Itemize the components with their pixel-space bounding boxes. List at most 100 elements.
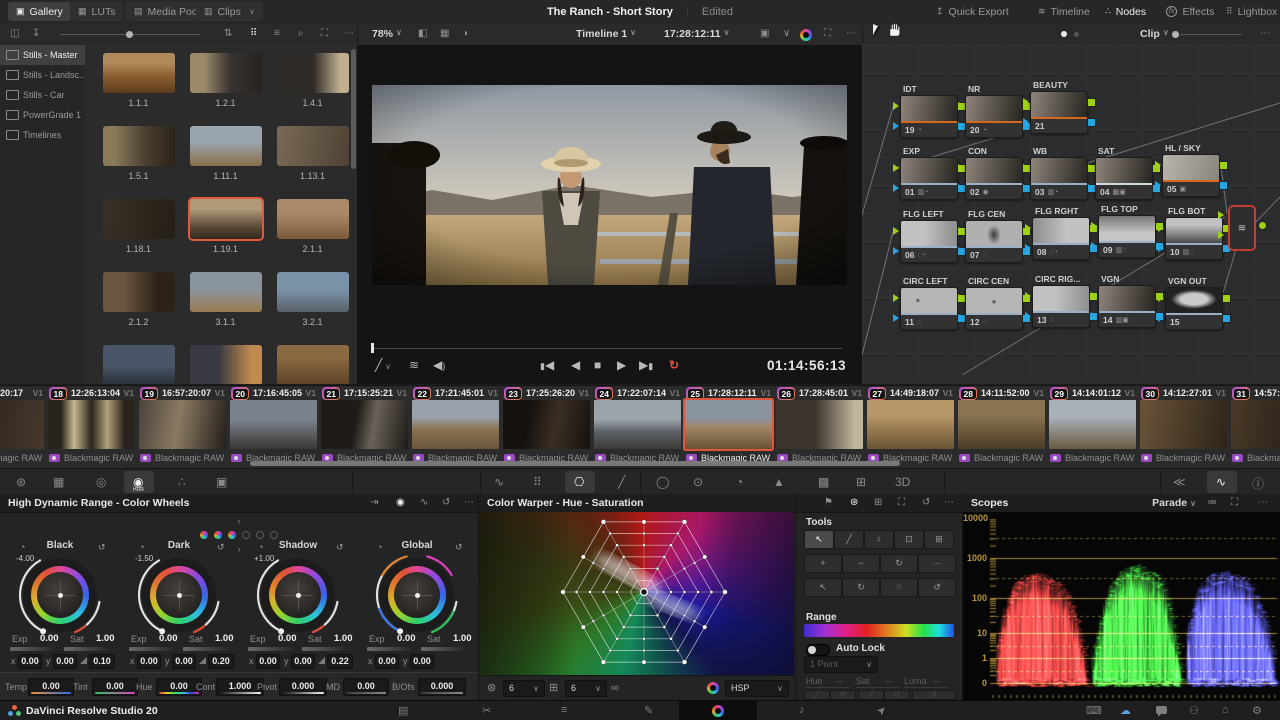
input-port-key[interactable] — [958, 247, 964, 255]
scopes-icon[interactable]: ∿ — [1216, 475, 1226, 489]
stop-button[interactable]: ■ — [594, 358, 601, 372]
input-port-rgb[interactable] — [893, 294, 899, 302]
input-port-key[interactable] — [958, 122, 964, 130]
clip-thumbnail[interactable] — [1140, 400, 1227, 449]
expand-tool[interactable]: ⊞ — [924, 530, 954, 549]
node-flg-cen[interactable]: 07◌ — [965, 220, 1023, 263]
more-icon[interactable]: ⋯ — [464, 497, 474, 508]
pen-hue[interactable]: ╱ — [804, 690, 830, 700]
users-icon[interactable]: ⚇ — [1189, 704, 1199, 717]
x-value[interactable]: 0.00 — [375, 654, 399, 669]
output-port-key[interactable] — [1087, 118, 1096, 127]
keyboard-icon[interactable]: ⌨ — [1086, 704, 1102, 717]
thumb-view-icon[interactable]: ▦ — [440, 28, 449, 39]
timeline-clip[interactable]: 2517:28:12:11V1Blackmagic RAW — [684, 386, 775, 469]
sizing-icon[interactable]: ⊞ — [856, 475, 866, 489]
timeline-clip[interactable]: 20:17V1Blackmagic RAW — [0, 386, 47, 469]
node-flg-bot[interactable]: 10▥◌ — [1165, 217, 1223, 260]
blur-icon[interactable]: ▲ — [773, 475, 785, 489]
tab-clips[interactable]: ▥Clips∨ — [196, 2, 263, 21]
warper-wheel-icon[interactable]: ⊛ — [850, 497, 858, 508]
node-vgn-out[interactable]: 15 — [1165, 287, 1223, 330]
goto-start-button[interactable]: ▮◀ — [540, 358, 554, 372]
x-value[interactable]: 0.00 — [137, 654, 161, 669]
exp-value[interactable]: 0.00 — [278, 633, 297, 644]
input-port-rgb[interactable] — [958, 102, 964, 110]
input-port-key[interactable] — [893, 247, 899, 255]
clip-thumbnail[interactable] — [139, 400, 226, 449]
grab-still-icon[interactable]: ╱∨ — [375, 358, 391, 372]
expand-gallery-icon[interactable]: ⛶ — [321, 28, 328, 39]
reset-tool[interactable]: ↺ — [918, 578, 956, 597]
input-port-rgb[interactable] — [1025, 224, 1031, 232]
timeline-clip[interactable]: 2714:49:18:07V1Blackmagic RAW — [866, 386, 957, 469]
info-icon[interactable]: ⓘ — [1252, 475, 1264, 492]
timeline-clip[interactable]: 2617:28:45:01V1Blackmagic RAW — [775, 386, 866, 469]
timeline-scrollbar[interactable] — [250, 461, 900, 466]
wheel-reset-icon[interactable]: ↺ — [217, 542, 225, 553]
spread-tool[interactable]: ⋯ — [918, 554, 956, 573]
tab-effects[interactable]: fxEffects — [1158, 2, 1222, 21]
tab-gallery[interactable]: ▣Gallery — [8, 2, 71, 21]
viewer-scrub-bar[interactable] — [372, 348, 842, 349]
master-value-tint[interactable]: 0.00 — [92, 678, 138, 696]
exp-value[interactable]: 0.00 — [40, 633, 59, 644]
node-mode-select[interactable]: Clip∨ — [1140, 28, 1169, 40]
drag-rotate[interactable]: ↻ — [842, 578, 880, 597]
rotate-tool[interactable]: ↻ — [880, 554, 918, 573]
expand-panel-icon[interactable]: ⇥ — [370, 497, 378, 508]
sat-value[interactable]: 1.00 — [453, 633, 472, 644]
node-zoom-slider[interactable] — [1180, 34, 1242, 35]
node-page-dot-active[interactable] — [1061, 31, 1067, 37]
draw-tool[interactable]: ╱ — [834, 530, 864, 549]
clip-thumbnail[interactable] — [594, 400, 681, 449]
converge-tool[interactable]: ⊡ — [894, 530, 924, 549]
tab-quick-export[interactable]: ↥Quick Export — [928, 2, 1017, 21]
key-icon[interactable]: ▩ — [818, 475, 829, 489]
input-port-key[interactable] — [1023, 118, 1029, 126]
sidebar-item-4[interactable]: Timelines — [0, 125, 85, 145]
page-prev-icon[interactable]: ‹ — [4, 516, 474, 526]
input-port-rgb[interactable] — [958, 294, 964, 302]
clip-thumbnail[interactable] — [48, 400, 135, 449]
timeline-clip[interactable]: 2814:11:52:00V1Blackmagic RAW — [957, 386, 1048, 469]
audio-mute-icon[interactable]: ◀) — [433, 358, 445, 372]
3d-icon[interactable]: 3D — [895, 475, 910, 489]
input-port-key[interactable] — [958, 314, 964, 322]
node-wb[interactable]: 03▥◔ — [1030, 157, 1088, 200]
still-thumb[interactable] — [277, 345, 349, 384]
still-thumb[interactable] — [277, 53, 349, 93]
clip-thumbnail[interactable] — [230, 400, 317, 449]
sort-icon[interactable]: ⇅ — [224, 28, 232, 39]
clip-thumbnail[interactable] — [0, 400, 44, 449]
input-port-key[interactable] — [893, 314, 899, 322]
still-thumb[interactable] — [277, 126, 349, 166]
wheel-page-dot[interactable] — [270, 531, 278, 539]
clone-chevron-icon[interactable]: ∨ — [783, 28, 790, 39]
input-port-rgb[interactable] — [893, 227, 899, 235]
scope-settings-icon[interactable]: ≔ — [1207, 497, 1217, 508]
master-value-bofs[interactable]: 0.000 — [418, 678, 466, 696]
page-fairlight[interactable]: ♪ — [799, 704, 805, 716]
node-flg-rght[interactable]: 08◌◔ — [1032, 217, 1090, 260]
y-value[interactable]: 0.00 — [172, 654, 196, 669]
sat-count-select[interactable]: 6∨ — [565, 680, 607, 697]
still-thumb[interactable] — [103, 126, 175, 166]
sat-slider[interactable] — [64, 647, 112, 651]
viewer-more-icon[interactable]: ⋯ — [846, 28, 856, 39]
falloff-value[interactable]: 0.20 — [208, 654, 234, 669]
wheel-page-dot[interactable] — [200, 531, 208, 539]
sidebar-item-0[interactable]: Stills - Master — [0, 45, 85, 65]
reset-luma[interactable]: ↺ — [912, 690, 956, 700]
clip-thumbnail[interactable] — [685, 400, 772, 449]
toggle-gallery-list-icon[interactable]: ◫ — [10, 28, 19, 39]
master-value-md[interactable]: 0.00 — [343, 678, 389, 696]
timeline-name-select[interactable]: Timeline 1∨ — [576, 28, 636, 40]
link-icon[interactable]: ∞ — [611, 683, 619, 694]
sidebar-item-3[interactable]: PowerGrade 1 — [0, 105, 85, 125]
pin-tool[interactable]: ♀ — [864, 530, 894, 549]
node-flg-top[interactable]: 09▥◌ — [1098, 215, 1156, 258]
input-port-rgb[interactable] — [958, 227, 964, 235]
clip-thumbnail[interactable] — [867, 400, 954, 449]
still-thumb[interactable] — [277, 272, 349, 312]
